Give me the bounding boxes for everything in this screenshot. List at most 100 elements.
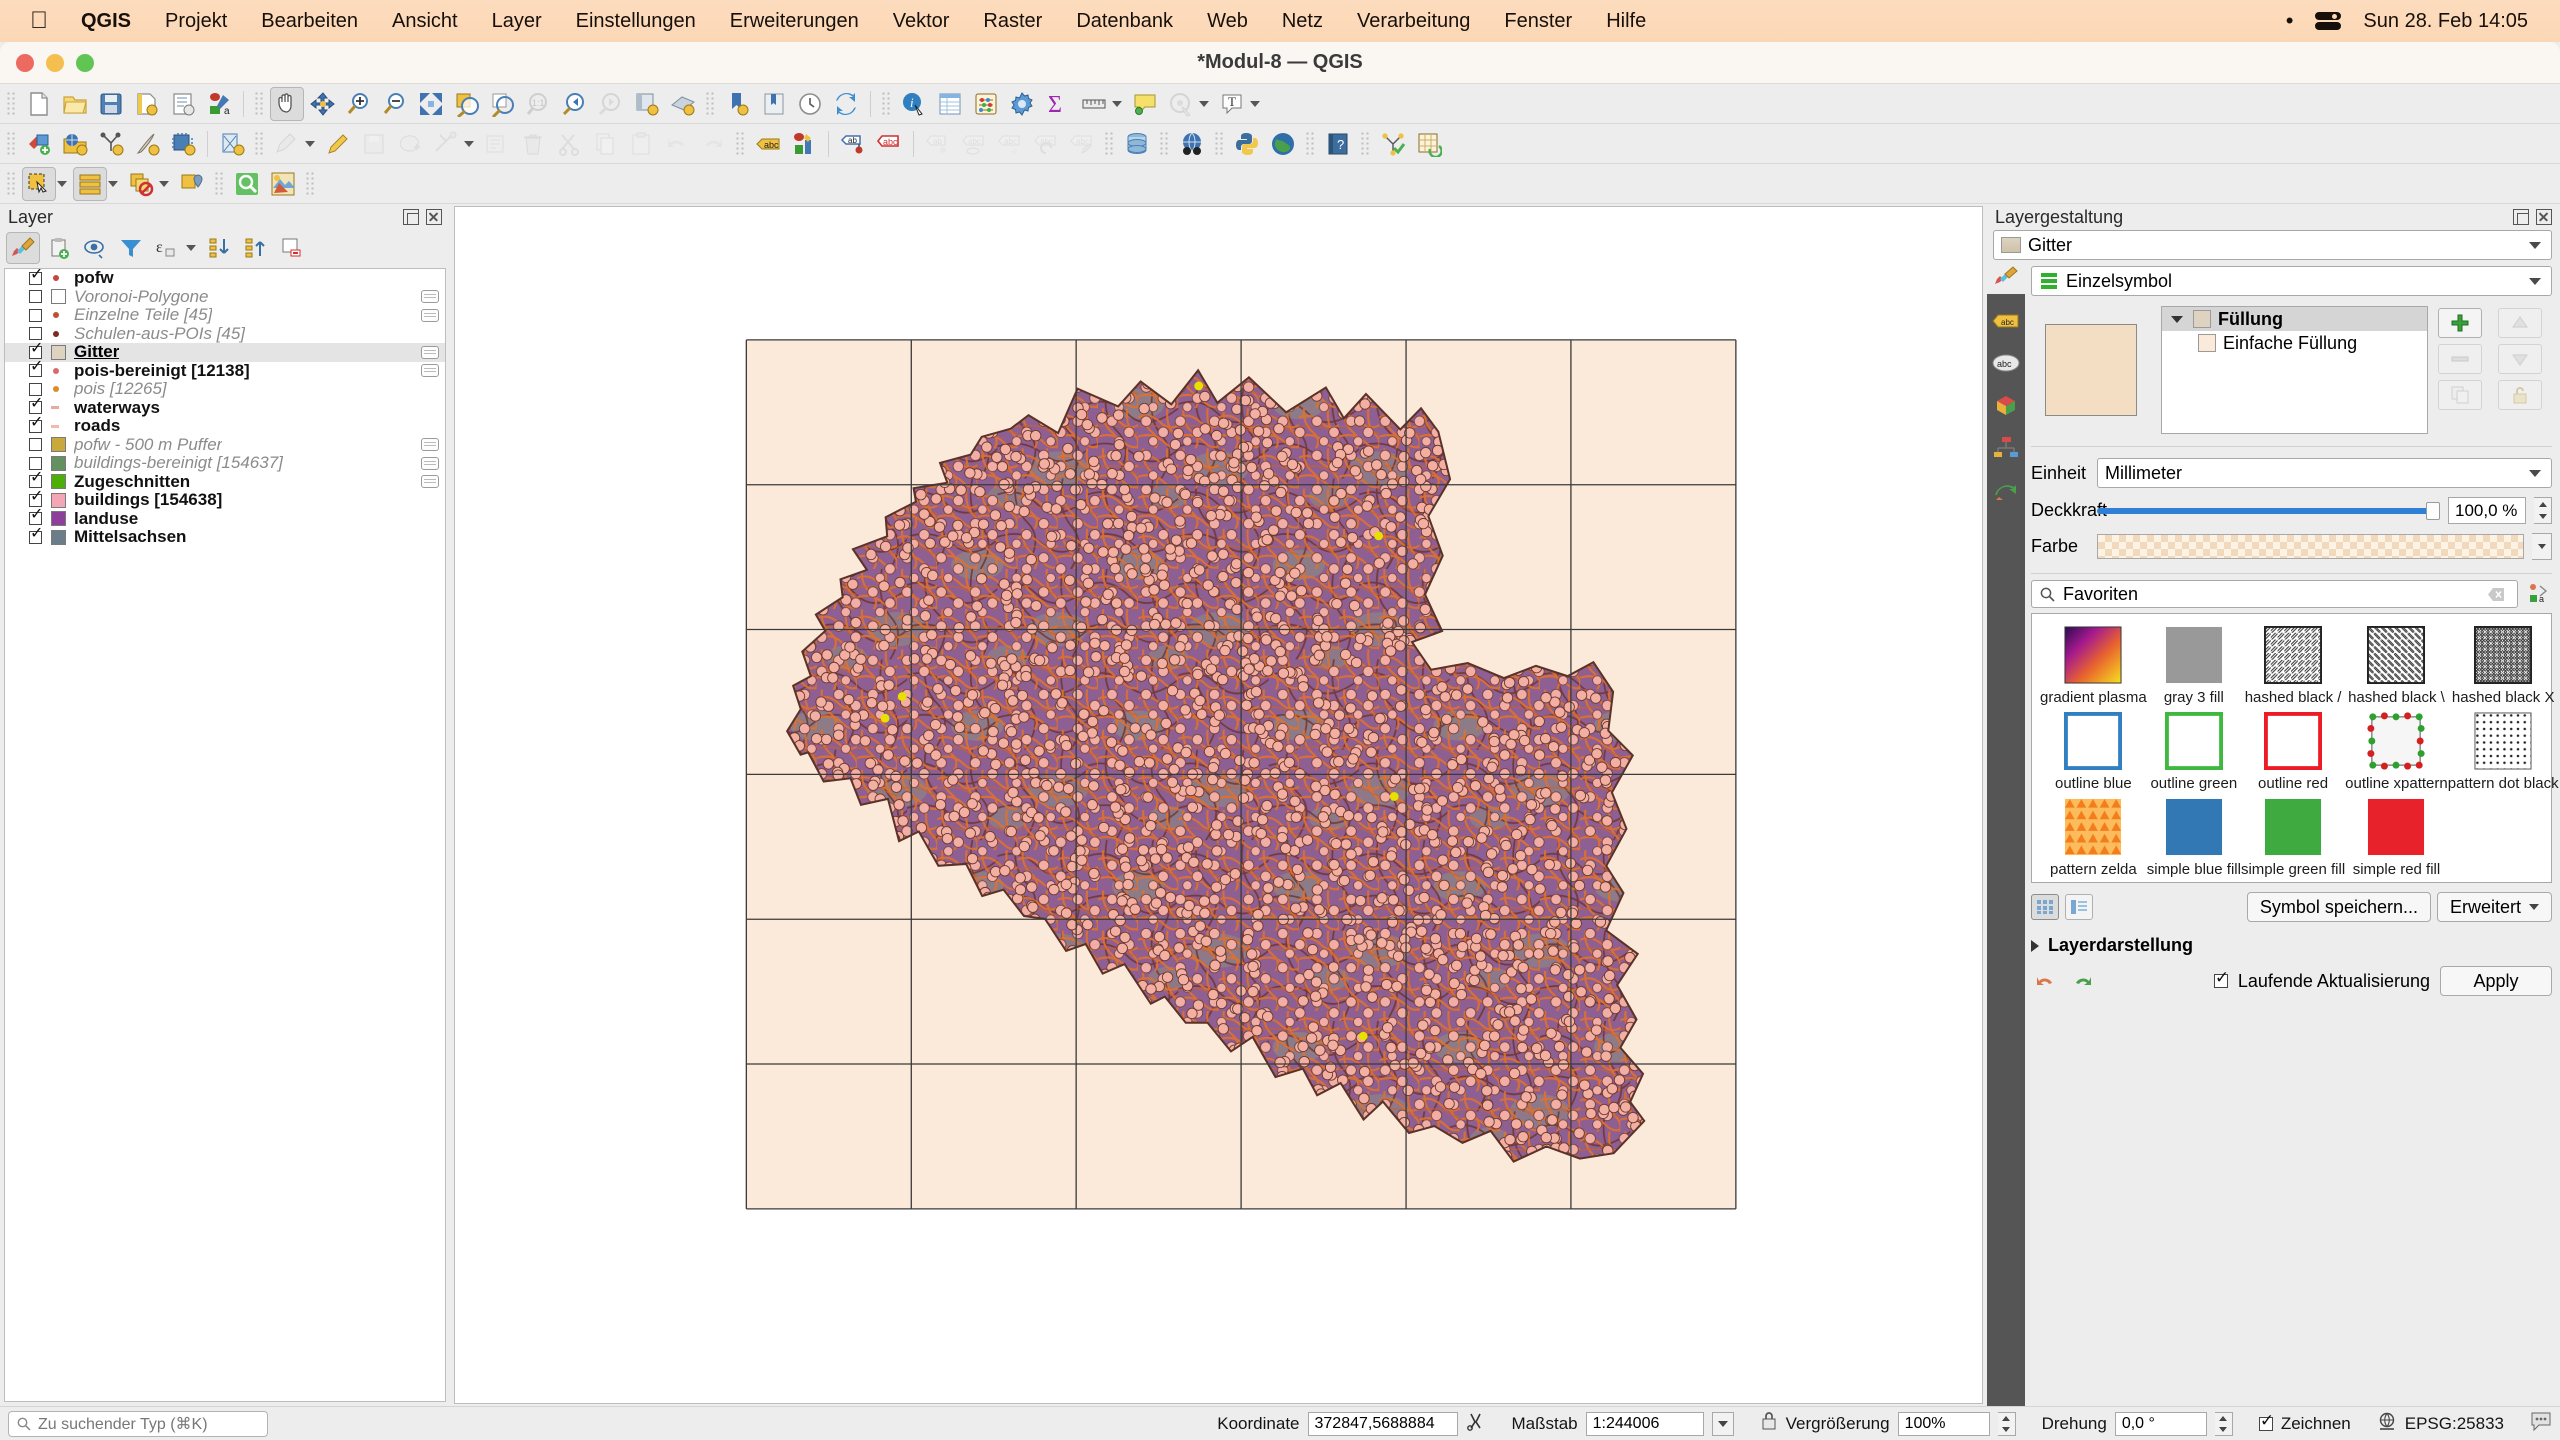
filter-legend-button[interactable]	[114, 232, 148, 264]
paste-features-button[interactable]	[624, 127, 658, 161]
toolbar-grip[interactable]	[1360, 130, 1371, 157]
layer-row[interactable]: buildings [154638]	[5, 489, 445, 510]
symbol-search-box[interactable]: Favoriten	[2031, 580, 2518, 608]
scale-dropdown-button[interactable]	[1711, 1411, 1734, 1436]
layer-row[interactable]: Einzelne Teile [45]	[5, 305, 445, 325]
zoom-in-button[interactable]	[342, 87, 376, 121]
select-by-location-button[interactable]	[175, 167, 209, 201]
field-calculator-button[interactable]: Σ	[1041, 87, 1075, 121]
zoom-native-button[interactable]: 1:1	[522, 87, 556, 121]
undo-style-button[interactable]	[2031, 968, 2059, 994]
text-annotation-button[interactable]: T	[1215, 87, 1249, 121]
highlight-label-button[interactable]: abc	[872, 127, 906, 161]
layer-visibility-checkbox[interactable]	[29, 507, 43, 526]
toggle-editing-button[interactable]	[321, 127, 355, 161]
zoom-full-button[interactable]	[414, 87, 448, 121]
color-swatch-button[interactable]	[2097, 534, 2524, 559]
add-vector-layer-button[interactable]	[22, 127, 56, 161]
layer-row[interactable]: Gitter	[5, 341, 445, 362]
save-layer-edits-button[interactable]	[357, 127, 391, 161]
remove-symbol-layer-button[interactable]	[2438, 344, 2482, 374]
chevron-down-icon[interactable]	[2529, 469, 2541, 477]
symbol-library-item[interactable]: pattern zelda	[2040, 798, 2147, 878]
add-mesh-layer-button[interactable]	[94, 127, 128, 161]
symbol-library-item[interactable]: outline xpattern	[2345, 712, 2448, 792]
style-manager-button[interactable]: a	[202, 87, 236, 121]
clear-search-icon[interactable]	[2488, 587, 2505, 602]
lock-icon[interactable]	[1760, 1411, 1778, 1436]
metasearch-button[interactable]	[1175, 127, 1209, 161]
undo-button[interactable]	[660, 127, 694, 161]
layer-processing-chip-icon[interactable]	[421, 290, 439, 304]
symbol-library-grid[interactable]: gradient plasma gray 3 fill hashed black /…	[2031, 613, 2559, 883]
style-manager-icon[interactable]: a	[2526, 582, 2552, 606]
layer-rendering-section-header[interactable]: Layerdarstellung	[2031, 935, 2552, 956]
chevron-down-icon[interactable]	[464, 140, 474, 147]
layer-visibility-checkbox[interactable]	[29, 327, 42, 341]
menu-item-projekt[interactable]: Projekt	[148, 10, 244, 33]
scale-field[interactable]: 1:244006	[1585, 1411, 1704, 1436]
style-layer-combo[interactable]: Gitter	[1993, 230, 2552, 260]
select-features-button[interactable]	[22, 166, 56, 201]
zoom-last-button[interactable]	[558, 87, 592, 121]
measure-line-button[interactable]	[1077, 87, 1111, 121]
menu-item-einstellungen[interactable]: Einstellungen	[559, 10, 713, 33]
menu-item-web[interactable]: Web	[1190, 10, 1265, 33]
layer-row[interactable]: buildings-bereinigt [154637]	[5, 453, 445, 473]
chevron-down-icon[interactable]	[2171, 315, 2183, 323]
move-symbol-layer-down-button[interactable]	[2498, 344, 2542, 374]
layer-tree[interactable]: pofwVoronoi-PolygoneEinzelne Teile [45]S…	[4, 268, 446, 1402]
layer-visibility-checkbox[interactable]	[29, 382, 42, 396]
add-db-layer-button[interactable]	[166, 127, 200, 161]
toolbar-grip[interactable]	[881, 90, 892, 117]
expand-all-button[interactable]	[203, 232, 237, 264]
apple-icon[interactable]: 	[14, 9, 64, 33]
chevron-down-icon[interactable]	[1250, 100, 1260, 107]
opacity-value-field[interactable]: 100,0 %	[2448, 497, 2526, 524]
toolbar-grip[interactable]	[1214, 130, 1225, 157]
messages-icon[interactable]	[2530, 1410, 2552, 1437]
chevron-down-icon[interactable]	[1112, 100, 1122, 107]
layer-processing-chip-icon[interactable]	[421, 345, 439, 359]
chevron-down-icon[interactable]	[1199, 100, 1209, 107]
copy-features-button[interactable]	[588, 127, 622, 161]
tab-diagrams[interactable]	[1991, 432, 2021, 462]
add-feature-button[interactable]	[393, 127, 427, 161]
chevron-down-icon[interactable]	[108, 180, 118, 187]
remove-layer-button[interactable]	[275, 232, 309, 264]
layer-row[interactable]: Zugeschnitten	[5, 470, 445, 492]
control-center-icon[interactable]	[2315, 12, 2342, 30]
rotation-stepper[interactable]	[2214, 1411, 2233, 1436]
toolbar-grip[interactable]	[254, 130, 265, 157]
move-symbol-layer-up-button[interactable]	[2498, 308, 2542, 338]
add-text-layer-button[interactable]	[130, 127, 164, 161]
layer-visibility-checkbox[interactable]	[29, 396, 43, 415]
zoom-selected-button[interactable]	[230, 167, 264, 201]
toolbar-grip[interactable]	[1104, 130, 1115, 157]
menu-item-datenbank[interactable]: Datenbank	[1059, 10, 1190, 33]
redo-style-button[interactable]	[2069, 968, 2097, 994]
toolbar-grip[interactable]	[6, 170, 17, 197]
deselect-features-button[interactable]	[124, 167, 158, 201]
new-print-layout-button[interactable]	[166, 87, 200, 121]
layer-visibility-checkbox[interactable]	[29, 341, 43, 359]
locator-search-input[interactable]: Zu suchender Typ (⌘K)	[8, 1410, 268, 1437]
temporal-controller-button[interactable]	[793, 87, 827, 121]
bookmark-add-button[interactable]	[721, 87, 755, 121]
new-3d-map-view-button[interactable]	[666, 87, 700, 121]
float-panel-button[interactable]	[403, 209, 419, 225]
processing-toolbox-button[interactable]	[1005, 87, 1039, 121]
symbol-library-item[interactable]: simple red fill	[2345, 798, 2448, 878]
redo-button[interactable]	[696, 127, 730, 161]
pan-to-selection-button[interactable]	[306, 87, 340, 121]
close-panel-button[interactable]	[426, 209, 442, 225]
toolbar-grip[interactable]	[214, 170, 225, 197]
chevron-down-icon[interactable]	[159, 180, 169, 187]
identify-features-button[interactable]: i	[897, 87, 931, 121]
menu-item-bearbeiten[interactable]: Bearbeiten	[244, 10, 375, 33]
list-view-button[interactable]	[2065, 894, 2093, 920]
modify-attributes-button[interactable]	[480, 127, 514, 161]
layer-row[interactable]: pois [12265]	[5, 379, 445, 399]
apply-button[interactable]: Apply	[2440, 966, 2552, 996]
edit-label-button[interactable]: abc	[1065, 127, 1099, 161]
